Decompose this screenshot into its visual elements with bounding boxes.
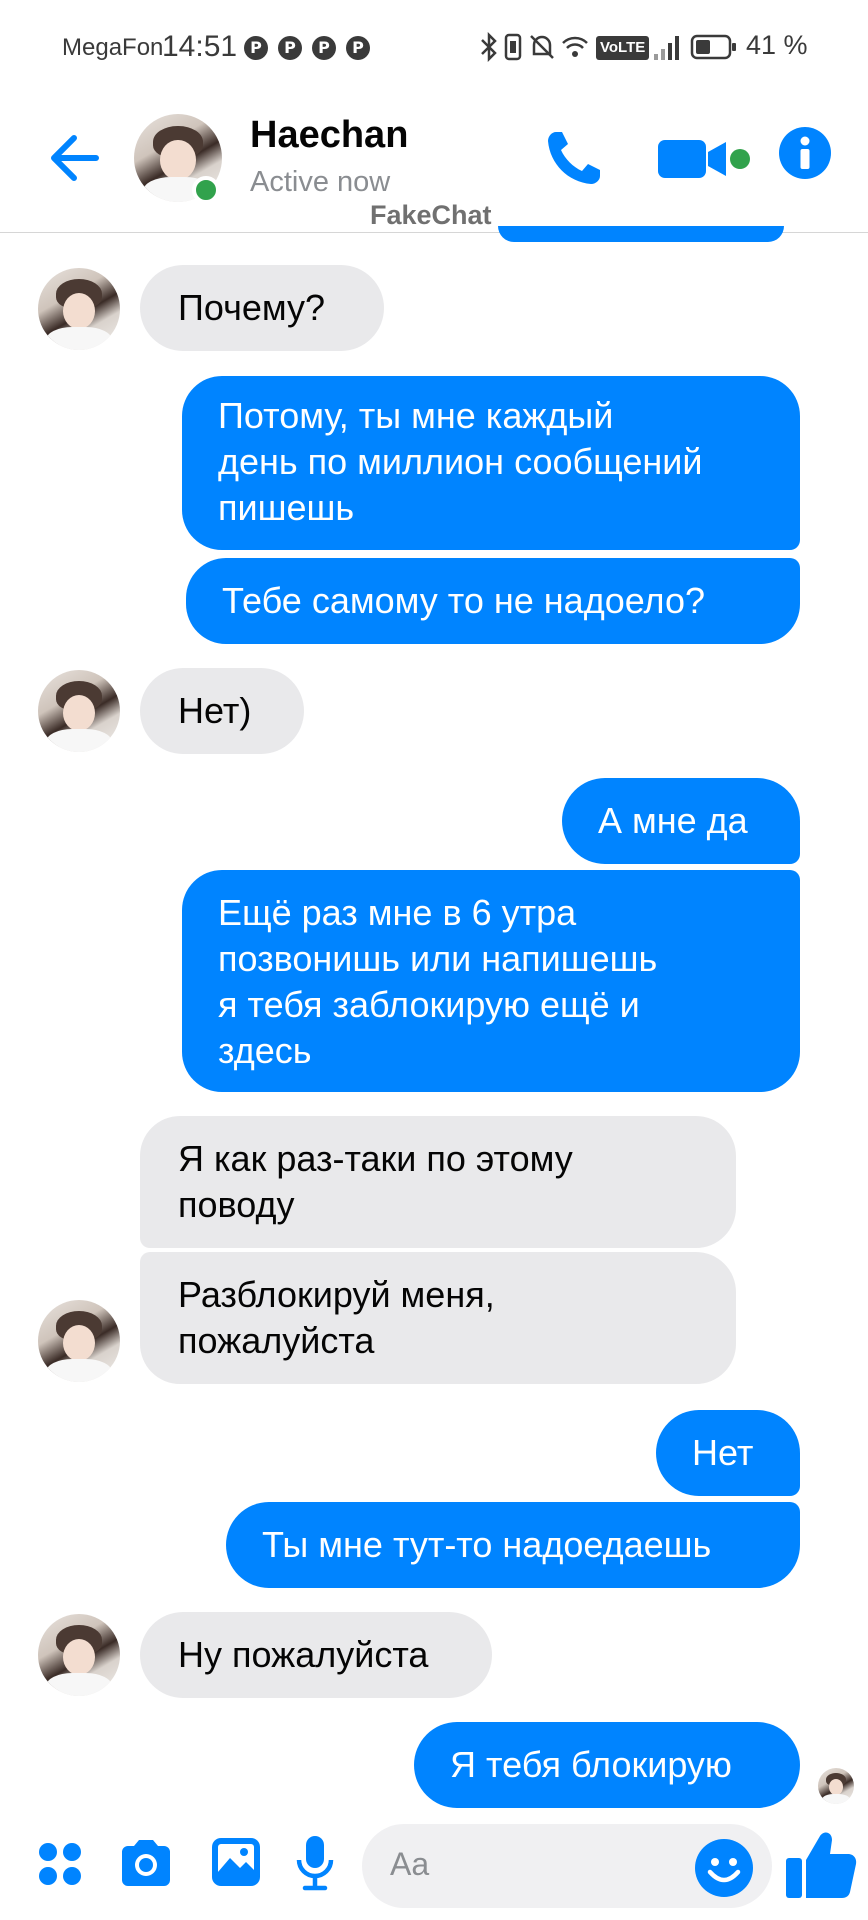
contact-name[interactable]: Haechan xyxy=(250,114,408,157)
sender-avatar xyxy=(38,670,120,752)
phone-call-icon[interactable] xyxy=(542,126,606,190)
back-arrow-icon[interactable] xyxy=(46,132,102,184)
pinterest-notification-icon: P xyxy=(278,36,302,60)
outgoing-message[interactable]: Ты мне тут-то надоедаешь xyxy=(226,1502,800,1588)
message-input-placeholder: Aa xyxy=(390,1846,430,1882)
pinterest-notification-icon: P xyxy=(244,36,268,60)
outgoing-message[interactable]: А мне да xyxy=(562,778,800,864)
battery-percent: 41 % xyxy=(746,30,808,60)
outgoing-message[interactable]: Нет xyxy=(656,1410,800,1496)
camera-icon[interactable] xyxy=(118,1838,174,1888)
status-bar: MegaFon 14:51 P P P P VoLTE 41 % xyxy=(0,0,868,96)
incoming-message[interactable]: Ну пожалуйста xyxy=(140,1612,492,1698)
message-line: пишешь xyxy=(218,487,355,528)
message-line: день по миллион сообщений xyxy=(218,441,703,482)
message-line: поводу xyxy=(178,1184,295,1225)
video-call-icon[interactable] xyxy=(656,134,754,184)
signal-icon xyxy=(654,36,679,60)
outgoing-message[interactable]: Я тебя блокирую xyxy=(414,1722,800,1808)
incoming-message[interactable]: Почему? xyxy=(140,265,384,351)
mute-bell-icon xyxy=(530,35,554,59)
online-indicator xyxy=(192,176,220,204)
message-line: Потому, ты мне каждый xyxy=(218,395,614,436)
pinterest-notification-icon: P xyxy=(346,36,370,60)
incoming-message[interactable]: Я как раз-таки по этому поводу xyxy=(140,1116,736,1248)
gallery-icon[interactable] xyxy=(210,1836,262,1888)
carrier-label: MegaFon xyxy=(62,34,164,61)
previous-message-bubble xyxy=(498,226,784,242)
message-line: позвонишь или напишешь xyxy=(218,938,658,979)
message-line: Разблокируй меня, xyxy=(178,1274,495,1315)
outgoing-message[interactable]: Потому, ты мне каждый день по миллион со… xyxy=(182,376,800,550)
message-line: пожалуйста xyxy=(178,1320,375,1361)
wifi-icon xyxy=(562,36,588,57)
message-line: я тебя заблокирую ещё и xyxy=(218,984,640,1025)
incoming-message[interactable]: Разблокируй меня, пожалуйста xyxy=(140,1252,736,1384)
bluetooth-icon xyxy=(481,32,497,62)
sender-avatar xyxy=(38,1614,120,1696)
sender-avatar xyxy=(38,268,120,350)
active-status: Active now xyxy=(250,166,391,198)
message-line: Я как раз-таки по этому xyxy=(178,1138,573,1179)
apps-grid-icon[interactable] xyxy=(36,1840,84,1888)
conversation-header: Haechan Active now FakeChat xyxy=(0,96,868,233)
clock: 14:51 xyxy=(162,30,238,63)
volte-badge: VoLTE xyxy=(596,36,650,60)
message-line: здесь xyxy=(218,1030,312,1071)
battery-icon xyxy=(690,34,736,60)
watermark: FakeChat xyxy=(368,200,494,231)
thumbs-up-icon[interactable] xyxy=(784,1828,858,1902)
incoming-message[interactable]: Нет) xyxy=(140,668,304,754)
emoji-icon[interactable] xyxy=(694,1838,754,1898)
outgoing-message[interactable]: Ещё раз мне в 6 утра позвонишь или напиш… xyxy=(182,870,800,1092)
pinterest-notification-icon: P xyxy=(312,36,336,60)
vibrate-icon xyxy=(504,33,522,61)
outgoing-message[interactable]: Тебе самому то не надоело? xyxy=(186,558,800,644)
message-line: Ещё раз мне в 6 утра xyxy=(218,892,577,933)
read-receipt-avatar xyxy=(818,1768,854,1804)
microphone-icon[interactable] xyxy=(294,1834,336,1892)
sender-avatar xyxy=(38,1300,120,1382)
info-icon[interactable] xyxy=(778,126,832,180)
